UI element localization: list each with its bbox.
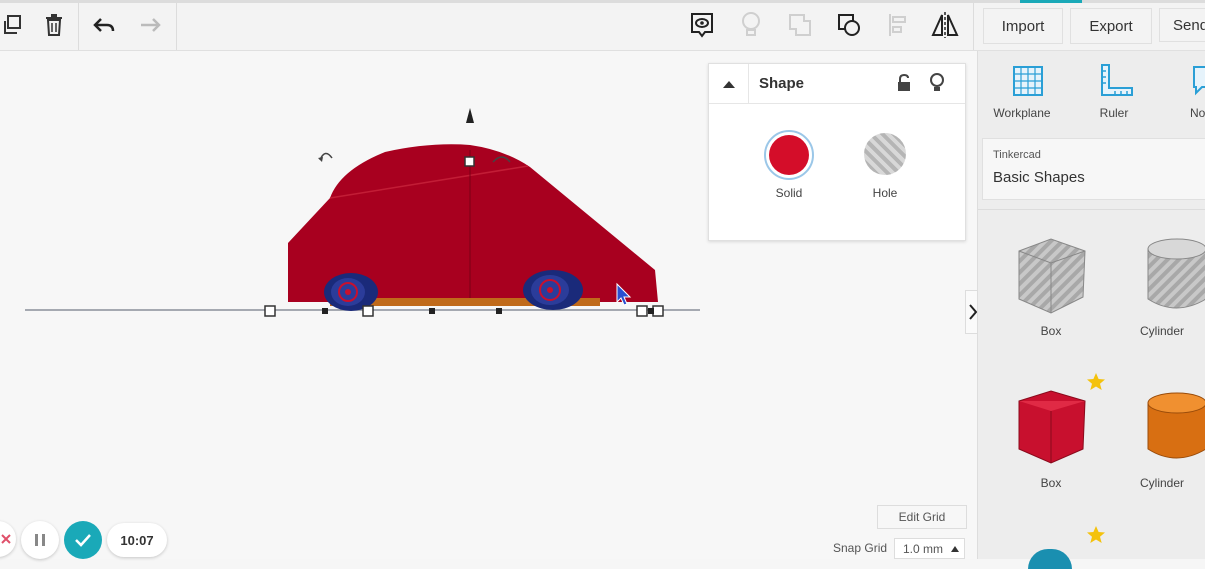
shapes-sidebar: Workplane Ruler No Tinkercad Basic Shape… <box>977 51 1205 569</box>
pause-button[interactable] <box>21 521 59 559</box>
workplane-icon <box>1013 66 1043 96</box>
corner-handle[interactable] <box>362 305 374 317</box>
edge-handle[interactable] <box>496 308 502 314</box>
edit-grid-label: Edit Grid <box>898 510 946 524</box>
shape-label: Cylinder <box>1139 476 1184 490</box>
caret-up-icon <box>722 80 735 88</box>
shape-tile-cylinder-orange[interactable]: Cylinder <box>1138 381 1205 493</box>
shape-label: Cylinder <box>1139 324 1184 338</box>
favorite-star-icon <box>1087 526 1105 543</box>
group-button[interactable] <box>782 8 818 42</box>
align-button[interactable] <box>880 8 916 42</box>
shape-tile-cylinder-gray[interactable]: Cylinder <box>1138 231 1205 341</box>
redo-icon <box>141 18 161 32</box>
workplane-tool[interactable]: Workplane <box>990 63 1054 123</box>
box-shape-icon <box>1018 390 1086 464</box>
export-button[interactable]: Export <box>1070 8 1152 44</box>
ruler-label: Ruler <box>1099 106 1129 120</box>
sidebar-divider <box>978 209 1205 210</box>
corner-handle[interactable] <box>636 305 648 317</box>
copy-icon <box>4 15 21 34</box>
ungroup-button[interactable] <box>831 8 867 42</box>
mirror-icon <box>931 12 959 38</box>
edge-handle[interactable] <box>322 308 328 314</box>
ruler-tool[interactable]: Ruler <box>1084 63 1144 123</box>
finish-recording-button[interactable] <box>64 521 102 559</box>
notes-label: No <box>1190 106 1205 120</box>
height-arrow-handle[interactable] <box>466 108 474 123</box>
edge-handle[interactable] <box>648 308 654 314</box>
send-button[interactable]: Send <box>1159 8 1205 42</box>
ungroup-icon <box>838 14 860 36</box>
solid-swatch <box>769 135 809 175</box>
mirror-button[interactable] <box>927 8 963 42</box>
import-button[interactable]: Import <box>983 8 1063 44</box>
unlock-icon <box>898 73 910 91</box>
cylinder-shape-icon <box>1147 238 1205 309</box>
snap-grid-value: 1.0 mm <box>903 542 944 556</box>
recording-timer: 10:07 <box>107 523 167 557</box>
solid-option[interactable] <box>764 130 814 180</box>
snap-grid-select[interactable]: 1.0 mm <box>894 538 965 559</box>
eye-bubble-icon <box>691 13 713 38</box>
edit-grid-button[interactable]: Edit Grid <box>877 505 967 529</box>
corner-handle[interactable] <box>264 305 276 317</box>
solid-label: Solid <box>775 186 803 200</box>
redo-button[interactable] <box>132 8 168 42</box>
shape-label: Box <box>1040 476 1062 490</box>
shape-tile-box-red[interactable]: Box <box>1008 381 1094 493</box>
shape-panel-header: Shape <box>709 64 965 104</box>
pause-icon <box>35 534 45 546</box>
copy-button[interactable] <box>0 8 30 42</box>
collapse-button[interactable] <box>709 64 749 103</box>
notes-tool[interactable]: No <box>1178 63 1205 123</box>
check-icon <box>75 534 91 547</box>
shape-tile-box-gray[interactable]: Box <box>1008 231 1094 341</box>
box-shape-icon <box>1018 238 1086 314</box>
lightbulb-icon <box>742 12 760 36</box>
cylinder-shape-icon <box>1147 392 1205 459</box>
toolbar-separator <box>78 0 79 50</box>
trash-icon <box>46 14 62 36</box>
top-toolbar: Import Export Send <box>0 0 1205 51</box>
timer-value: 10:07 <box>120 532 154 548</box>
toolbar-separator <box>973 0 974 50</box>
ruler-icon <box>1101 64 1133 96</box>
lightbulb-icon <box>930 73 944 91</box>
favorite-star-icon <box>1087 373 1105 390</box>
note-icon <box>1193 66 1205 96</box>
shape-tile-partial[interactable] <box>1028 549 1072 569</box>
top-handle[interactable] <box>464 156 475 167</box>
caret-up-icon <box>951 546 959 552</box>
active-indicator <box>1020 0 1082 3</box>
shape-panel-title: Shape <box>759 75 805 92</box>
shape-label: Box <box>1040 324 1062 338</box>
library-name: Basic Shapes <box>993 169 1085 186</box>
close-icon <box>1 534 11 544</box>
snap-grid-label: Snap Grid <box>833 541 888 555</box>
corner-handle[interactable] <box>652 305 664 317</box>
visibility-button[interactable] <box>929 72 945 99</box>
align-icon <box>889 14 906 36</box>
shape-inspector-panel: Shape Solid Hole <box>708 63 966 241</box>
toolbar-separator <box>176 0 177 50</box>
chevron-right-icon <box>969 304 977 320</box>
library-dropdown[interactable]: Tinkercad Basic Shapes <box>982 138 1205 200</box>
front-wheel[interactable] <box>523 270 583 310</box>
edge-handle[interactable] <box>429 308 435 314</box>
library-source: Tinkercad <box>993 149 1041 161</box>
hole-option[interactable] <box>864 133 906 175</box>
undo-button[interactable] <box>86 8 122 42</box>
note-button[interactable] <box>684 8 720 42</box>
hole-label: Hole <box>872 186 898 200</box>
undo-icon <box>93 18 115 32</box>
workplane-label: Workplane <box>993 106 1051 120</box>
lock-button[interactable] <box>895 73 913 98</box>
delete-button[interactable] <box>36 8 72 42</box>
lightbulb-button[interactable] <box>733 8 769 42</box>
group-icon <box>789 14 811 36</box>
rotate-arrow-left <box>318 157 323 162</box>
